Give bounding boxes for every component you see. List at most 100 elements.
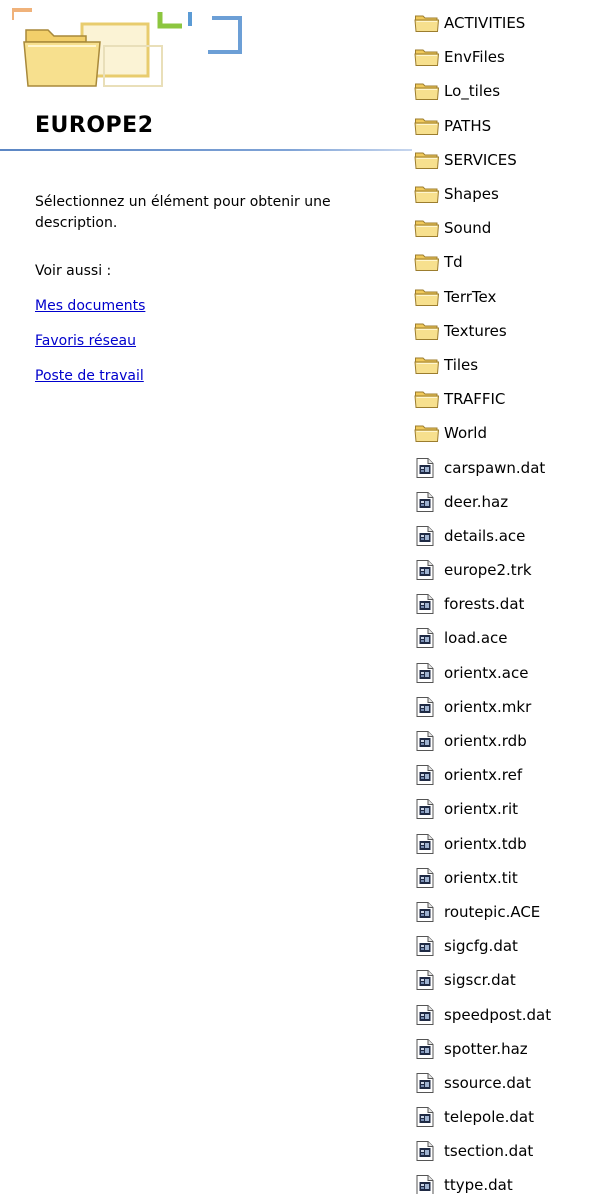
task-pane: EUROPE2 Sélectionnez un élément pour obt… — [0, 0, 412, 1194]
item-label: ssource.dat — [444, 1073, 531, 1092]
item-label: speedpost.dat — [444, 1005, 552, 1024]
folder-icon — [414, 45, 444, 69]
file-item[interactable]: orientx.ace — [414, 656, 596, 690]
file-icon — [414, 626, 444, 650]
item-label: orientx.tit — [444, 868, 518, 887]
file-list: ACTIVITIES EnvFiles Lo_tiles PATHS SERVICES S… — [414, 6, 596, 1194]
file-item[interactable]: forests.dat — [414, 587, 596, 621]
folder-item[interactable]: TRAFFIC — [414, 382, 596, 416]
folder-item[interactable]: Shapes — [414, 177, 596, 211]
item-label: sigcfg.dat — [444, 937, 518, 956]
file-item[interactable]: deer.haz — [414, 485, 596, 519]
link-my-computer[interactable]: Poste de travail — [35, 368, 144, 384]
folder-icon — [414, 216, 444, 240]
file-icon — [414, 1173, 444, 1194]
folder-icon — [414, 353, 444, 377]
item-label: Textures — [444, 321, 507, 340]
file-item[interactable]: ttype.dat — [414, 1168, 596, 1194]
file-item[interactable]: spotter.haz — [414, 1032, 596, 1066]
file-item[interactable]: orientx.rit — [414, 792, 596, 826]
file-item[interactable]: carspawn.dat — [414, 450, 596, 484]
file-icon — [414, 592, 444, 616]
item-label: orientx.tdb — [444, 834, 527, 853]
folder-icon — [414, 319, 444, 343]
file-icon — [414, 456, 444, 480]
item-label: orientx.ace — [444, 663, 529, 682]
file-icon — [414, 490, 444, 514]
item-label: routepic.ACE — [444, 902, 541, 921]
file-icon — [414, 661, 444, 685]
item-label: deer.haz — [444, 492, 509, 511]
file-icon — [414, 900, 444, 924]
item-label: Lo_tiles — [444, 82, 501, 101]
item-label: forests.dat — [444, 595, 525, 614]
item-label: spotter.haz — [444, 1039, 528, 1058]
file-icon — [414, 524, 444, 548]
file-item[interactable]: telepole.dat — [414, 1100, 596, 1134]
file-icon — [414, 797, 444, 821]
folder-item[interactable]: Lo_tiles — [414, 74, 596, 108]
folder-icon — [414, 250, 444, 274]
file-item[interactable]: routepic.ACE — [414, 895, 596, 929]
link-my-documents[interactable]: Mes documents — [35, 298, 145, 314]
folder-item[interactable]: EnvFiles — [414, 40, 596, 74]
file-item[interactable]: orientx.mkr — [414, 690, 596, 724]
item-label: Sound — [444, 219, 492, 238]
folder-item[interactable]: Textures — [414, 314, 596, 348]
file-item[interactable]: ssource.dat — [414, 1066, 596, 1100]
folder-icon — [414, 11, 444, 35]
file-item[interactable]: orientx.tit — [414, 861, 596, 895]
item-label: Tiles — [444, 355, 479, 374]
file-item[interactable]: orientx.tdb — [414, 827, 596, 861]
folder-item[interactable]: ACTIVITIES — [414, 6, 596, 40]
file-icon — [414, 1037, 444, 1061]
file-icon — [414, 968, 444, 992]
see-also-label: Voir aussi : — [35, 263, 112, 279]
folder-title: EUROPE2 — [35, 113, 154, 138]
folder-item[interactable]: World — [414, 416, 596, 450]
folder-item[interactable]: PATHS — [414, 109, 596, 143]
file-item[interactable]: orientx.ref — [414, 758, 596, 792]
file-icon — [414, 866, 444, 890]
file-item[interactable]: details.ace — [414, 519, 596, 553]
item-label: tsection.dat — [444, 1142, 534, 1161]
folder-banner-icon — [12, 2, 252, 102]
file-item[interactable]: europe2.trk — [414, 553, 596, 587]
file-item[interactable]: sigscr.dat — [414, 963, 596, 997]
file-icon — [414, 695, 444, 719]
folder-item[interactable]: TerrTex — [414, 280, 596, 314]
file-icon — [414, 1105, 444, 1129]
file-icon — [414, 832, 444, 856]
file-icon — [414, 1139, 444, 1163]
item-label: telepole.dat — [444, 1108, 534, 1127]
link-network-places[interactable]: Favoris réseau — [35, 333, 136, 349]
file-icon — [414, 729, 444, 753]
folder-item[interactable]: SERVICES — [414, 143, 596, 177]
title-divider — [0, 149, 412, 151]
selection-description: Sélectionnez un élément pour obtenir une… — [35, 194, 331, 231]
folder-icon — [414, 421, 444, 445]
file-item[interactable]: load.ace — [414, 621, 596, 655]
file-icon — [414, 558, 444, 582]
file-icon — [414, 1003, 444, 1027]
folder-item[interactable]: Sound — [414, 211, 596, 245]
item-label: europe2.trk — [444, 561, 532, 580]
folder-item[interactable]: Tiles — [414, 348, 596, 382]
item-label: orientx.rdb — [444, 732, 527, 751]
item-label: sigscr.dat — [444, 971, 516, 990]
file-item[interactable]: orientx.rdb — [414, 724, 596, 758]
file-item[interactable]: tsection.dat — [414, 1134, 596, 1168]
item-label: orientx.mkr — [444, 697, 532, 716]
item-label: PATHS — [444, 116, 492, 135]
file-item[interactable]: speedpost.dat — [414, 997, 596, 1031]
item-label: orientx.ref — [444, 766, 523, 785]
item-label: orientx.rit — [444, 800, 518, 819]
item-label: details.ace — [444, 526, 526, 545]
item-label: EnvFiles — [444, 48, 505, 67]
file-item[interactable]: sigcfg.dat — [414, 929, 596, 963]
item-label: TRAFFIC — [444, 390, 506, 409]
folder-icon — [414, 79, 444, 103]
folder-item[interactable]: Td — [414, 245, 596, 279]
file-icon — [414, 934, 444, 958]
folder-icon — [414, 182, 444, 206]
